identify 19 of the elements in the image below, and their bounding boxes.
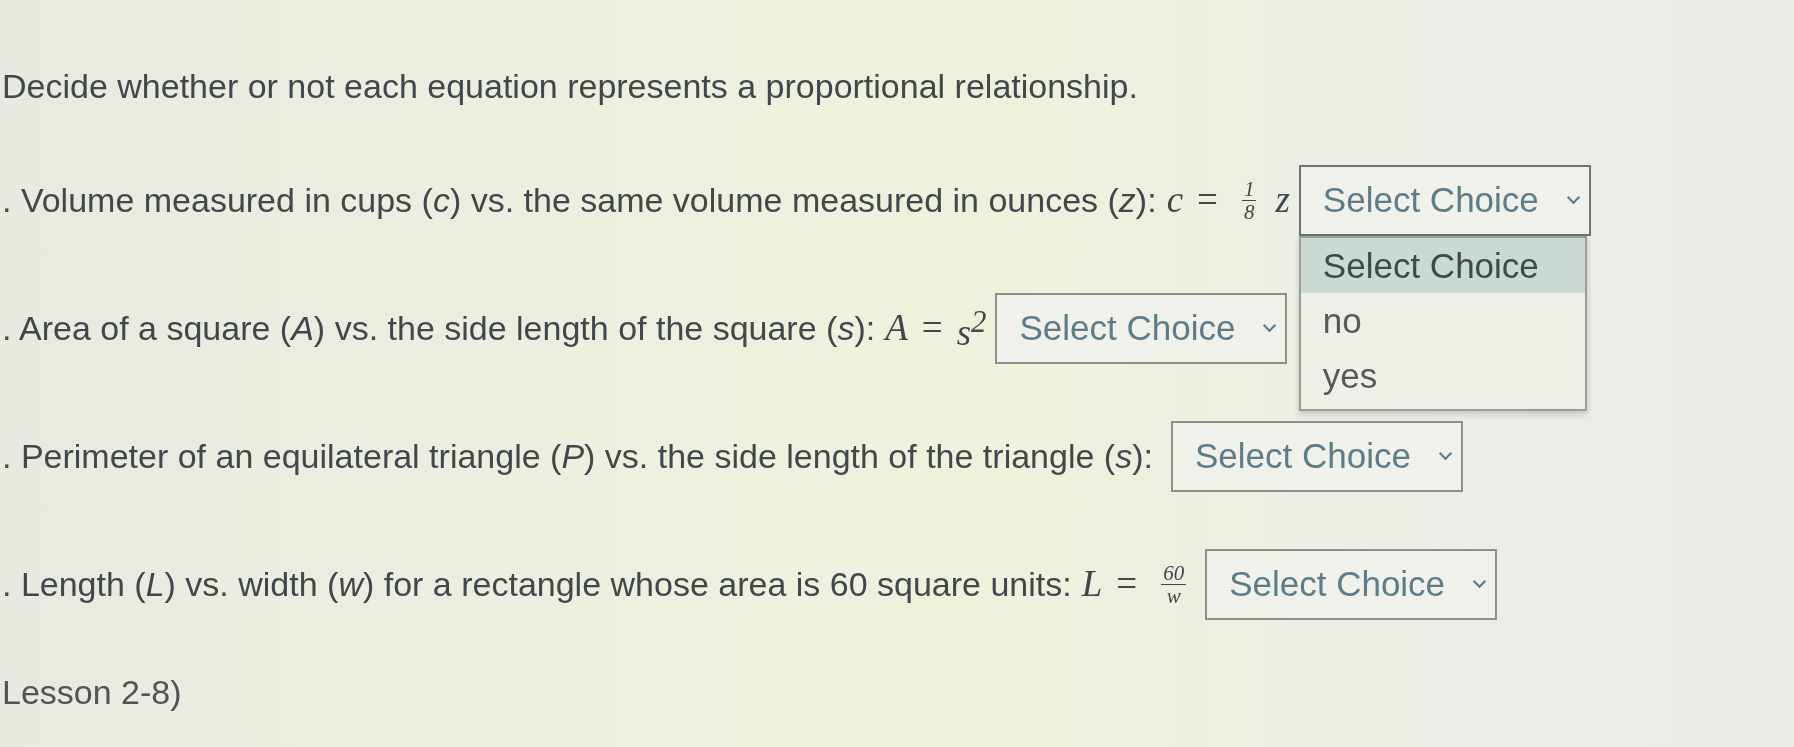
select-dropdown[interactable]: Select Choice bbox=[1298, 164, 1591, 236]
question-text: . Volume measured in cups (c) vs. the same volume measured in ounces (z): bbox=[2, 180, 1157, 220]
dropdown-option[interactable]: yes bbox=[1300, 347, 1585, 403]
question-text: . Area of a square (A) vs. the side length of the square (s): bbox=[2, 308, 876, 348]
chevron-down-icon bbox=[1472, 579, 1488, 589]
chevron-down-icon bbox=[1565, 195, 1581, 205]
select-dropdown[interactable]: Select Choice bbox=[995, 292, 1288, 364]
chevron-down-icon bbox=[1262, 323, 1278, 333]
question-text: . Length (L) vs. width (w) for a rectangle whose area is 60 square units: bbox=[2, 564, 1072, 604]
lesson-reference-text: Lesson 2-8) bbox=[2, 672, 183, 712]
equation: L = 60 w bbox=[1081, 561, 1188, 607]
select-dropdown[interactable]: Select Choice bbox=[1170, 420, 1463, 492]
equation: A = s$^{2}$ bbox=[885, 304, 987, 356]
instructions-text: Decide whether or not each equation represents a proportional relationship. bbox=[2, 66, 1139, 107]
select-dropdown[interactable]: Select Choice bbox=[1205, 548, 1498, 620]
dropdown-option[interactable]: Select Choice bbox=[1300, 237, 1585, 293]
question-text: . Perimeter of an equilateral triangle (P) vs. the side length of the triangle (s): bbox=[2, 436, 1153, 476]
chevron-down-icon bbox=[1437, 451, 1453, 461]
dropdown-option[interactable]: no bbox=[1300, 292, 1585, 348]
